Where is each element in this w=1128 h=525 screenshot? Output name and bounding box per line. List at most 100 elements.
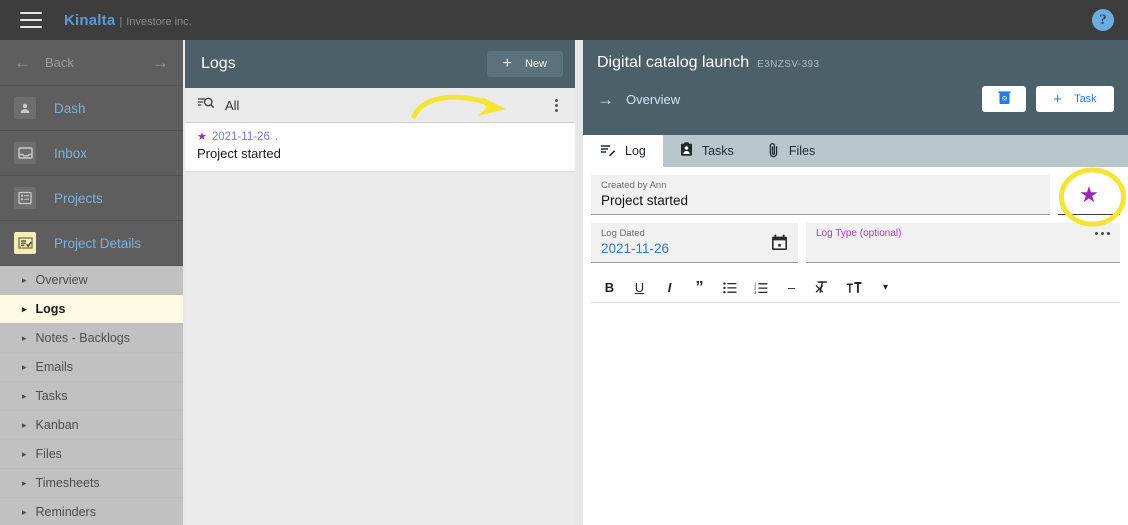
sidebar-subitem-kanban[interactable]: ▸ Kanban: [0, 411, 183, 440]
new-log-button-label: New: [524, 58, 547, 70]
sidebar-subitem-label: Emails: [35, 360, 74, 374]
created-by-field[interactable]: Created by Ann Project started: [591, 175, 1050, 215]
paperclip-icon: [768, 142, 780, 161]
bullet-icon: ▸: [22, 419, 27, 430]
clear-format-button[interactable]: [815, 281, 829, 294]
logs-list: ★ 2021-11-26 . Project started: [185, 123, 575, 172]
log-item-date: 2021-11-26: [211, 131, 270, 143]
overview-link-label: Overview: [626, 91, 681, 107]
sidebar-subitem-label: Logs: [35, 302, 66, 316]
new-log-button[interactable]: + New: [486, 51, 563, 77]
svg-text:3: 3: [754, 289, 757, 293]
detail-header-actions: → Overview + Task: [597, 86, 1114, 112]
hamburger-menu-icon[interactable]: [20, 12, 42, 28]
list-grid-icon: [14, 187, 36, 209]
project-title-row: Digital catalog launch E3NZSV-393: [597, 54, 1114, 72]
sidebar-item-label: Project Details: [54, 235, 142, 251]
bullet-icon: ▸: [22, 303, 27, 314]
bold-button[interactable]: B: [603, 281, 616, 294]
sidebar-back-button[interactable]: ← Back →: [0, 40, 183, 86]
arrow-right-icon: →: [597, 89, 614, 109]
sidebar-subitem-logs[interactable]: ▸ Logs: [0, 295, 183, 324]
sidebar-subitem-label: Overview: [35, 273, 88, 287]
bullet-icon: ▸: [22, 506, 27, 517]
clipboard-icon: [680, 142, 693, 160]
brand-separator: |: [119, 15, 123, 28]
log-item-title: Project started: [197, 146, 281, 161]
quote-button[interactable]: ”: [693, 279, 706, 296]
sidebar-subitem-timesheets[interactable]: ▸ Timesheets: [0, 469, 183, 498]
chevron-down-icon[interactable]: ▾: [879, 282, 892, 293]
detail-panel-header: Digital catalog launch E3NZSV-393 → Over…: [583, 40, 1128, 135]
log-item-meta: ★ 2021-11-26 .: [197, 131, 561, 143]
favorite-star-button[interactable]: ★: [1058, 175, 1120, 215]
sidebar-subitem-notes-backlogs[interactable]: ▸ Notes - Backlogs: [0, 324, 183, 353]
logs-filter-label: All: [225, 97, 240, 113]
numbered-list-button[interactable]: 123: [754, 282, 768, 294]
sidebar-item-projects[interactable]: Projects: [0, 176, 183, 221]
tab-log[interactable]: Log: [583, 135, 663, 167]
sidebar-subitem-label: Kanban: [35, 418, 79, 432]
top-bar: Kinalta | Investore inc. ?: [0, 0, 1128, 40]
tab-tasks-label: Tasks: [701, 144, 734, 158]
sidebar-back-label: Back: [45, 55, 74, 70]
sidebar-subitem-emails[interactable]: ▸ Emails: [0, 353, 183, 382]
list-item[interactable]: ★ 2021-11-26 . Project started: [185, 123, 575, 172]
created-by-label: Created by Ann: [601, 180, 667, 191]
trash-icon: [997, 90, 1011, 108]
bullet-icon: ▸: [22, 274, 27, 285]
log-body-editor[interactable]: [591, 303, 1120, 493]
log-dated-field[interactable]: Log Dated 2021-11-26: [591, 223, 798, 263]
kebab-menu-icon[interactable]: [552, 96, 561, 115]
bullet-icon: ▸: [22, 477, 27, 488]
bullet-icon: ▸: [22, 390, 27, 401]
detail-header-buttons: + Task: [982, 86, 1114, 112]
sidebar-item-inbox[interactable]: Inbox: [0, 131, 183, 176]
plus-icon: +: [502, 55, 512, 72]
log-dated-label: Log Dated: [601, 228, 645, 239]
inbox-tray-icon: [14, 142, 36, 164]
project-code: E3NZSV-393: [757, 59, 820, 70]
delete-button[interactable]: [982, 86, 1026, 112]
overview-link[interactable]: → Overview: [597, 91, 680, 108]
font-size-button[interactable]: [846, 281, 862, 294]
sidebar-item-project-details[interactable]: Project Details: [0, 221, 183, 266]
tab-files-label: Files: [788, 144, 816, 158]
plus-icon: +: [1053, 90, 1063, 108]
sidebar-subitem-label: Reminders: [35, 505, 96, 519]
sidebar-subitem-reminders[interactable]: ▸ Reminders: [0, 498, 183, 525]
horizontal-rule-button[interactable]: –: [785, 281, 798, 294]
tab-files[interactable]: Files: [751, 135, 832, 167]
created-by-value: Project started: [601, 193, 689, 208]
sidebar-subitem-tasks[interactable]: ▸ Tasks: [0, 382, 183, 411]
log-type-field[interactable]: Log Type (optional): [806, 223, 1120, 263]
add-task-button[interactable]: + Task: [1036, 86, 1114, 112]
sidebar-subitem-label: Notes - Backlogs: [35, 331, 131, 345]
sidebar-subitem-label: Files: [35, 447, 62, 461]
app-root: Kinalta | Investore inc. ? ← Back → Dash…: [0, 0, 1128, 525]
editor-toolbar: B U I ” 123 – ▾: [591, 273, 1120, 303]
sidebar-item-dash[interactable]: Dash: [0, 86, 183, 131]
checklist-icon: [14, 232, 36, 254]
arrow-right-icon: →: [152, 53, 169, 72]
italic-button[interactable]: I: [663, 281, 676, 294]
bullet-list-button[interactable]: [723, 281, 737, 294]
underline-button[interactable]: U: [633, 281, 646, 294]
bullet-icon: ▸: [22, 332, 27, 343]
arrow-left-icon: ←: [14, 53, 31, 72]
help-icon[interactable]: ?: [1092, 9, 1114, 31]
logs-filter-control[interactable]: All: [197, 96, 239, 115]
page-title: Digital catalog launch: [597, 54, 750, 71]
sidebar-subitem-files[interactable]: ▸ Files: [0, 440, 183, 469]
more-horizontal-icon[interactable]: [1095, 228, 1110, 235]
bullet-icon: ▸: [22, 448, 27, 459]
sidebar-subitem-overview[interactable]: ▸ Overview: [0, 266, 183, 295]
log-form: Created by Ann Project started ★ Log Dat…: [583, 167, 1128, 493]
sidebar-subitem-label: Tasks: [35, 389, 68, 403]
sidebar-item-label: Dash: [54, 100, 86, 116]
logs-filter-bar: All: [185, 88, 575, 123]
tab-tasks[interactable]: Tasks: [663, 135, 751, 167]
sidebar: ← Back → Dash Inbox Projects Project Det…: [0, 40, 183, 525]
calendar-icon[interactable]: [771, 234, 788, 256]
tab-log-label: Log: [625, 144, 646, 158]
